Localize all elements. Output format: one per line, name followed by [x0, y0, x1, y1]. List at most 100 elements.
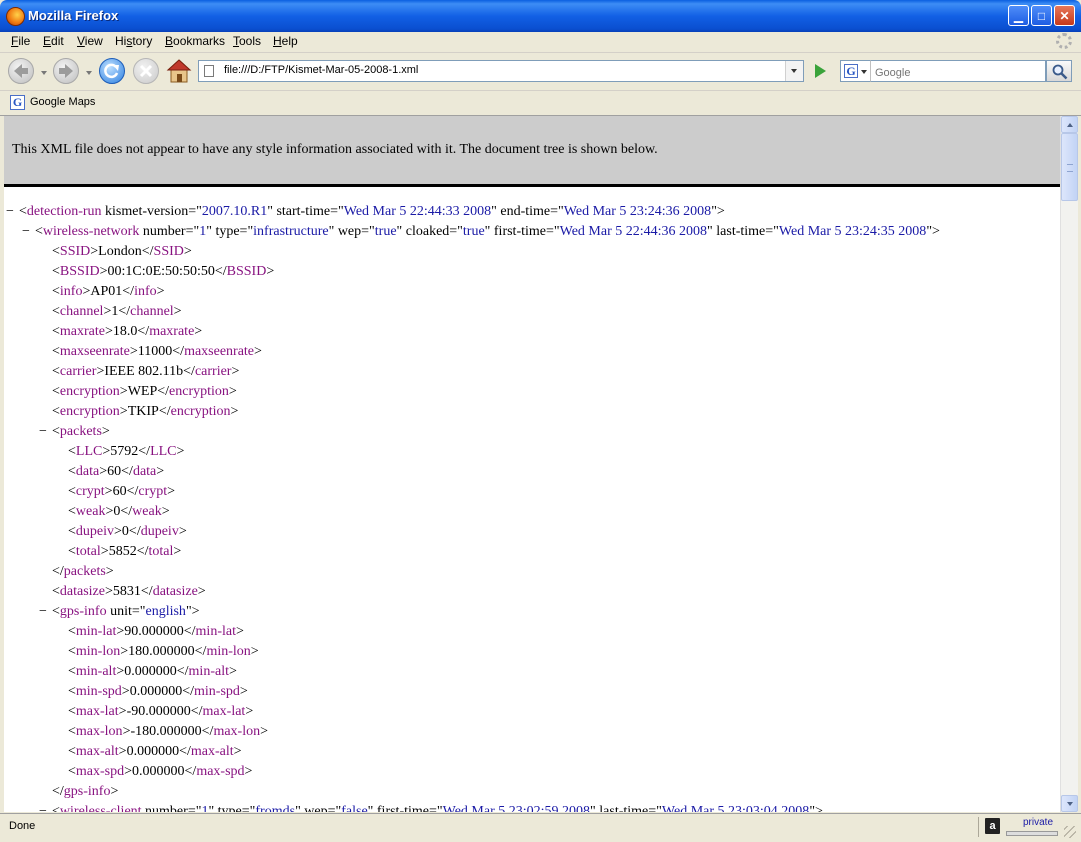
xml-tag-name: channel	[130, 304, 174, 319]
close-button[interactable]: ✕	[1054, 5, 1075, 26]
bookmark-google-maps[interactable]: Google Maps	[30, 96, 95, 108]
xml-bracket: >	[156, 284, 165, 299]
xml-attr-value: 2007.10.R1	[201, 204, 268, 219]
scrollbar-thumb[interactable]	[1061, 133, 1078, 201]
xml-attr-name: type	[217, 804, 242, 812]
addon-status-icon[interactable]: a	[985, 818, 1000, 834]
xml-tag-name: wireless-client	[59, 804, 142, 812]
reload-button[interactable]	[99, 58, 125, 84]
xml-bracket: >	[239, 684, 248, 699]
back-arrow-icon	[14, 64, 28, 78]
collapse-toggle[interactable]: −	[6, 204, 14, 220]
xml-tag-name: BSSID	[226, 264, 267, 279]
stop-icon	[139, 64, 153, 78]
menu-tools[interactable]: Tools	[233, 34, 261, 48]
xml-bracket: "	[295, 804, 301, 812]
menu-help[interactable]: Help	[273, 34, 298, 48]
home-button[interactable]	[166, 58, 192, 84]
xml-tag-name: info	[134, 284, 157, 299]
xml-bracket: >	[118, 744, 127, 759]
xml-text: AP01	[90, 284, 123, 299]
xml-bracket: >	[156, 464, 165, 479]
xml-attr-name: type	[215, 224, 240, 239]
menu-file[interactable]: File	[11, 34, 30, 48]
xml-bracket: ="	[550, 204, 564, 219]
xml-line: </gps-info>	[52, 784, 118, 800]
minimize-icon: ▁	[1013, 9, 1024, 23]
xml-bracket: <	[68, 484, 76, 499]
menu-history[interactable]: History	[115, 34, 152, 48]
xml-bracket: "	[590, 804, 596, 812]
xml-bracket: </	[157, 384, 170, 399]
back-history-dropdown[interactable]	[41, 71, 47, 75]
google-g-icon: G	[844, 64, 858, 78]
minimize-button[interactable]: ▁	[1008, 5, 1029, 26]
xml-bracket: <	[68, 504, 76, 519]
xml-bracket: ="	[185, 224, 200, 239]
maximize-button[interactable]: □	[1031, 5, 1052, 26]
menu-bar: File Edit View History Bookmarks Tools H…	[0, 32, 1081, 53]
stop-button[interactable]	[133, 58, 159, 84]
address-bar[interactable]: file:///D:/FTP/Kismet-Mar-05-2008-1.xml	[198, 60, 804, 82]
status-bar: Done a private	[0, 813, 1081, 842]
scroll-up-button[interactable]	[1061, 116, 1078, 133]
scroll-down-button[interactable]	[1061, 795, 1078, 812]
google-g-icon: G	[10, 95, 25, 110]
xml-bracket: </	[194, 644, 207, 659]
xml-bracket: ="	[327, 804, 342, 812]
xml-bracket: >	[173, 304, 182, 319]
search-input[interactable]	[870, 60, 1046, 82]
xml-attr-name: first-time	[376, 804, 429, 812]
collapse-toggle[interactable]: −	[22, 224, 30, 240]
xml-bracket: >	[228, 384, 237, 399]
resize-grip-icon[interactable]	[1064, 826, 1076, 838]
go-button[interactable]	[810, 61, 830, 81]
vertical-scrollbar[interactable]	[1060, 116, 1078, 812]
xml-line: <min-spd>0.000000</min-spd>	[68, 684, 248, 700]
xml-tag-name: channel	[59, 304, 104, 319]
xml-line: <detection-run kismet-version="2007.10.R…	[19, 204, 725, 220]
xml-bracket: <	[68, 644, 76, 659]
search-button[interactable]	[1046, 60, 1072, 82]
xml-line: <crypt>60</crypt>	[68, 484, 175, 500]
maximize-icon: □	[1037, 9, 1046, 23]
page-content: This XML file does not appear to have an…	[4, 116, 1060, 812]
menu-bookmarks[interactable]: Bookmarks	[165, 34, 225, 48]
collapse-toggle[interactable]: −	[39, 804, 47, 812]
xml-text: 60	[107, 464, 122, 479]
xml-bracket: </	[122, 284, 135, 299]
xml-bracket: >	[120, 644, 129, 659]
xml-bracket: >	[105, 584, 113, 599]
collapse-toggle[interactable]: −	[39, 604, 47, 620]
xml-bracket: <	[52, 804, 60, 812]
forward-button[interactable]	[53, 58, 79, 84]
search-engine-selector[interactable]: G	[840, 60, 870, 82]
xml-bracket: </	[126, 484, 139, 499]
grip-icon	[1067, 164, 1073, 172]
xml-tag-name: max-lat	[75, 704, 119, 719]
xml-bracket: <	[68, 664, 76, 679]
url-input[interactable]: file:///D:/FTP/Kismet-Mar-05-2008-1.xml	[224, 64, 418, 76]
xml-bracket: >	[228, 664, 237, 679]
xml-tag-name: min-alt	[75, 664, 117, 679]
url-history-dropdown[interactable]	[785, 61, 803, 81]
xml-bracket: >	[119, 384, 128, 399]
menu-view[interactable]: View	[77, 34, 103, 48]
collapse-toggle[interactable]: −	[39, 424, 47, 440]
xml-line: <max-spd>0.000000</max-spd>	[68, 764, 252, 780]
xml-bracket: >	[114, 524, 122, 539]
xml-bracket: ="	[648, 804, 662, 812]
back-button[interactable]	[8, 58, 34, 84]
xml-bracket: >	[104, 484, 113, 499]
xml-bracket: >	[815, 804, 823, 812]
forward-history-dropdown[interactable]	[86, 71, 92, 75]
xml-attr-name: first-time	[493, 224, 546, 239]
xml-text: 11000	[137, 344, 173, 359]
xml-bracket: <	[52, 364, 60, 379]
xml-bracket: </	[121, 464, 133, 479]
xml-line: <weak>0</weak>	[68, 504, 170, 520]
xml-bracket: >	[260, 724, 268, 739]
xml-bracket: <	[68, 764, 76, 779]
menu-edit[interactable]: Edit	[43, 34, 64, 48]
xml-tag-name: packets	[59, 424, 102, 439]
